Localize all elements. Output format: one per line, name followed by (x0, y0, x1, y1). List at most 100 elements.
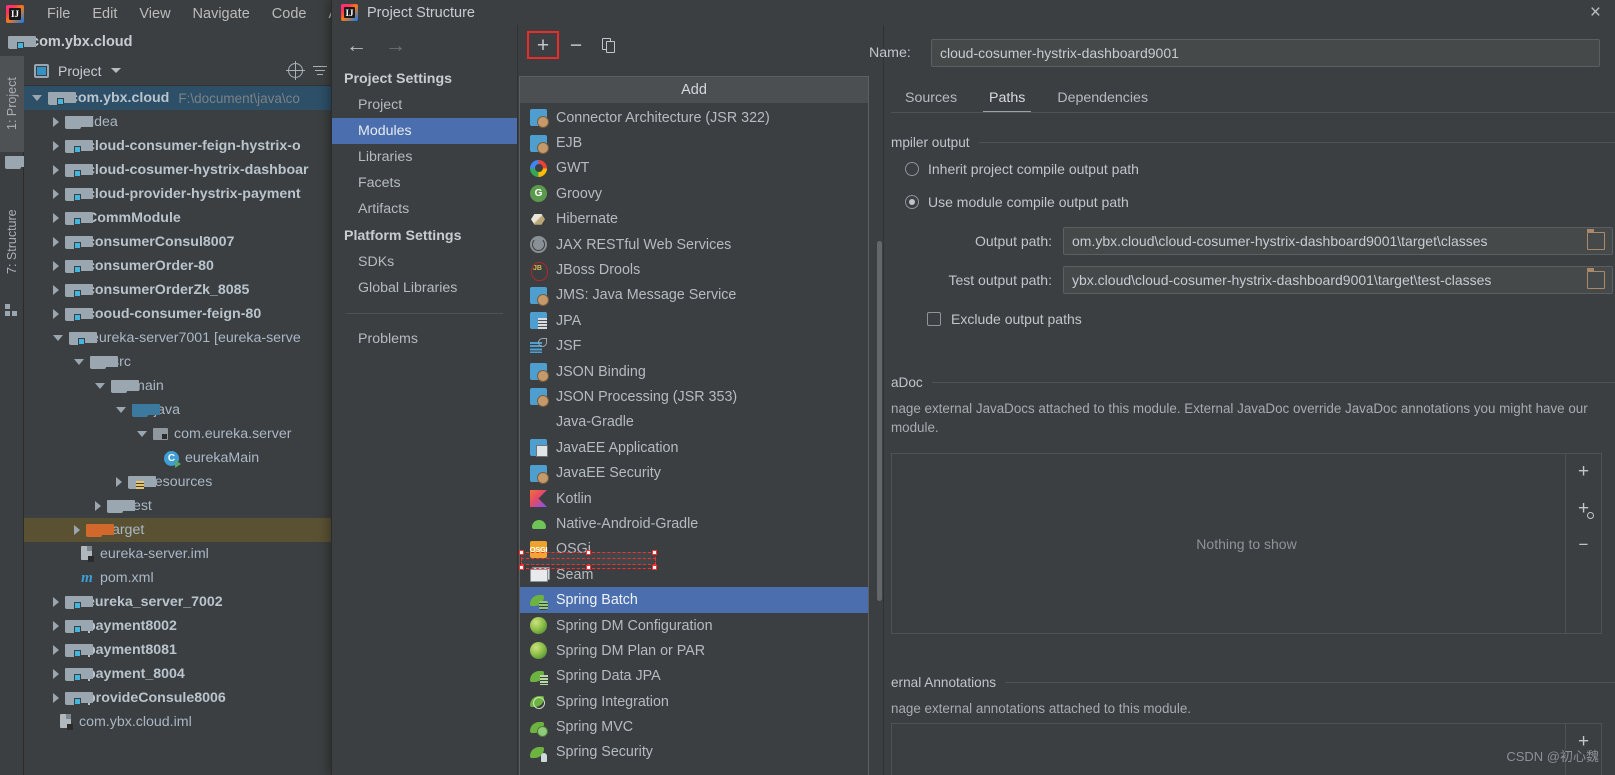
add-module-button[interactable]: + (527, 31, 559, 59)
chevron-down-icon[interactable] (74, 359, 84, 365)
add-menu-item[interactable]: JSF (520, 334, 868, 359)
tree-row[interactable]: com.ybx.cloud F:\document\java\co (24, 86, 331, 110)
tree-row[interactable]: payment_8004 (24, 662, 331, 686)
vertical-scrollbar[interactable] (877, 241, 882, 601)
add-menu-item[interactable]: JAX RESTful Web Services (520, 232, 868, 257)
nav-item-problems[interactable]: Problems (332, 326, 517, 352)
tree-row[interactable]: consumerOrderZk_8085 (24, 278, 331, 302)
tree-row[interactable]: .idea (24, 110, 331, 134)
module-name-input[interactable]: cloud-cosumer-hystrix-dashboard9001 (931, 39, 1600, 67)
chevron-right-icon[interactable] (95, 501, 101, 511)
inherit-output-radio-row[interactable]: Inherit project compile output path (905, 158, 1605, 180)
menu-file[interactable]: File (36, 4, 81, 24)
chevron-right-icon[interactable] (116, 477, 122, 487)
chevron-right-icon[interactable] (53, 165, 59, 175)
tree-row[interactable]: cloud-consumer-feign-hystrix-o (24, 134, 331, 158)
test-output-path-input[interactable]: ybx.cloud\cloud-cosumer-hystrix-dashboar… (1063, 266, 1613, 294)
back-arrow-icon[interactable]: ← (346, 35, 367, 56)
tree-row[interactable]: resources (24, 470, 331, 494)
add-menu-item[interactable]: GWT (520, 156, 868, 181)
add-menu-item[interactable]: JPA (520, 308, 868, 333)
nav-item-artifacts[interactable]: Artifacts (332, 196, 517, 222)
add-menu-item[interactable]: Spring Data JPA (520, 664, 868, 689)
nav-item-sdks[interactable]: SDKs (332, 249, 517, 275)
nav-item-libraries[interactable]: Libraries (332, 144, 517, 170)
tree-row[interactable]: java (24, 398, 331, 422)
collapse-all-icon[interactable] (313, 64, 327, 78)
tree-row[interactable]: test (24, 494, 331, 518)
tree-row[interactable]: cooud-consumer-feign-80 (24, 302, 331, 326)
chevron-right-icon[interactable] (53, 261, 59, 271)
add-menu-item[interactable]: JSON Processing (JSR 353) (520, 384, 868, 409)
tree-row[interactable]: eureka_server_7002 (24, 590, 331, 614)
add-menu-list[interactable]: Connector Architecture (JSR 322) EJB GWT G G… (520, 103, 868, 765)
add-menu-item[interactable]: Spring DM Configuration (520, 613, 868, 638)
chevron-right-icon[interactable] (53, 621, 59, 631)
add-menu-item[interactable]: Spring Integration (520, 689, 868, 714)
tree-row[interactable]: m pom.xml (24, 566, 331, 590)
tab-paths[interactable]: Paths (975, 86, 1039, 113)
project-tree[interactable]: com.ybx.cloud F:\document\java\co .idea clo… (24, 86, 331, 734)
add-menu-item[interactable]: Native-Android-Gradle (520, 511, 868, 536)
forward-arrow-icon[interactable]: → (385, 35, 406, 56)
chevron-right-icon[interactable] (53, 309, 59, 319)
chevron-down-icon[interactable] (95, 383, 105, 389)
add-menu-item[interactable]: JSON Binding (520, 359, 868, 384)
add-menu-item[interactable]: OSGI OSGi (520, 537, 868, 562)
menu-navigate[interactable]: Navigate (182, 4, 261, 24)
add-menu-item[interactable]: Spring Security (520, 740, 868, 765)
tree-row[interactable]: eureka-server7001 [eureka-serve (24, 326, 331, 350)
add-menu-item[interactable]: JavaEE Security (520, 460, 868, 485)
menu-edit[interactable]: Edit (81, 4, 128, 24)
chevron-down-icon[interactable] (110, 68, 121, 73)
chevron-down-icon[interactable] (116, 407, 126, 413)
add-menu-item[interactable]: Connector Architecture (JSR 322) (520, 105, 868, 130)
chevron-right-icon[interactable] (53, 213, 59, 223)
add-menu-item[interactable]: G Groovy (520, 181, 868, 206)
use-module-output-radio-row[interactable]: Use module compile output path (905, 191, 1605, 213)
tree-row[interactable]: CommModule (24, 206, 331, 230)
tree-row[interactable]: consumerOrder-80 (24, 254, 331, 278)
chevron-right-icon[interactable] (53, 141, 59, 151)
exclude-output-paths-row[interactable]: Exclude output paths (927, 307, 1605, 331)
add-menu-item[interactable]: JBoss Drools (520, 257, 868, 282)
tab-dependencies[interactable]: Dependencies (1043, 86, 1162, 113)
scroll-from-source-icon[interactable] (286, 61, 305, 80)
chevron-down-icon[interactable] (137, 431, 147, 437)
output-path-input[interactable]: om.ybx.cloud\cloud-cosumer-hystrix-dashb… (1063, 227, 1613, 255)
tree-row[interactable]: CeurekaMain (24, 446, 331, 470)
add-menu-item[interactable]: Kotlin (520, 486, 868, 511)
add-menu-item[interactable]: Spring MVC (520, 714, 868, 739)
tree-row[interactable]: payment8002 (24, 614, 331, 638)
tree-row[interactable]: consumerConsul8007 (24, 230, 331, 254)
sidebar-item-structure[interactable]: 7: Structure (0, 184, 24, 300)
chevron-right-icon[interactable] (74, 525, 80, 535)
nav-item-facets[interactable]: Facets (332, 170, 517, 196)
chevron-right-icon[interactable] (53, 669, 59, 679)
javadoc-remove-button[interactable]: − (1579, 536, 1589, 553)
add-framework-menu[interactable]: Add Connector Architecture (JSR 322) EJB G… (519, 76, 869, 775)
tree-row[interactable]: payment8081 (24, 638, 331, 662)
close-icon[interactable]: × (1590, 3, 1601, 22)
tree-row[interactable]: eureka-server.iml (24, 542, 331, 566)
remove-module-button[interactable]: − (561, 32, 591, 58)
nav-item-global-libraries[interactable]: Global Libraries (332, 275, 517, 301)
add-menu-item[interactable]: Java-Gradle (520, 410, 868, 435)
use-module-output-radio[interactable] (905, 195, 919, 209)
test-output-path-browse-button[interactable] (1587, 268, 1605, 289)
add-menu-item[interactable]: Spring Batch (520, 587, 868, 613)
sidebar-item-project[interactable]: 1: Project (0, 56, 24, 152)
copy-module-button[interactable] (594, 32, 624, 58)
add-menu-item[interactable]: JavaEE Application (520, 435, 868, 460)
javadoc-add-button[interactable]: + (1578, 462, 1589, 481)
chevron-down-icon[interactable] (32, 95, 42, 101)
tree-row[interactable]: main (24, 374, 331, 398)
chevron-right-icon[interactable] (53, 645, 59, 655)
tab-sources[interactable]: Sources (891, 86, 971, 113)
nav-item-modules[interactable]: Modules (332, 118, 517, 144)
tree-row[interactable]: provideConsule8006 (24, 686, 331, 710)
add-menu-item[interactable]: EJB (520, 130, 868, 155)
output-path-browse-button[interactable] (1587, 229, 1605, 250)
add-menu-item[interactable]: Hibernate (520, 207, 868, 232)
tree-row[interactable]: com.eureka.server (24, 422, 331, 446)
